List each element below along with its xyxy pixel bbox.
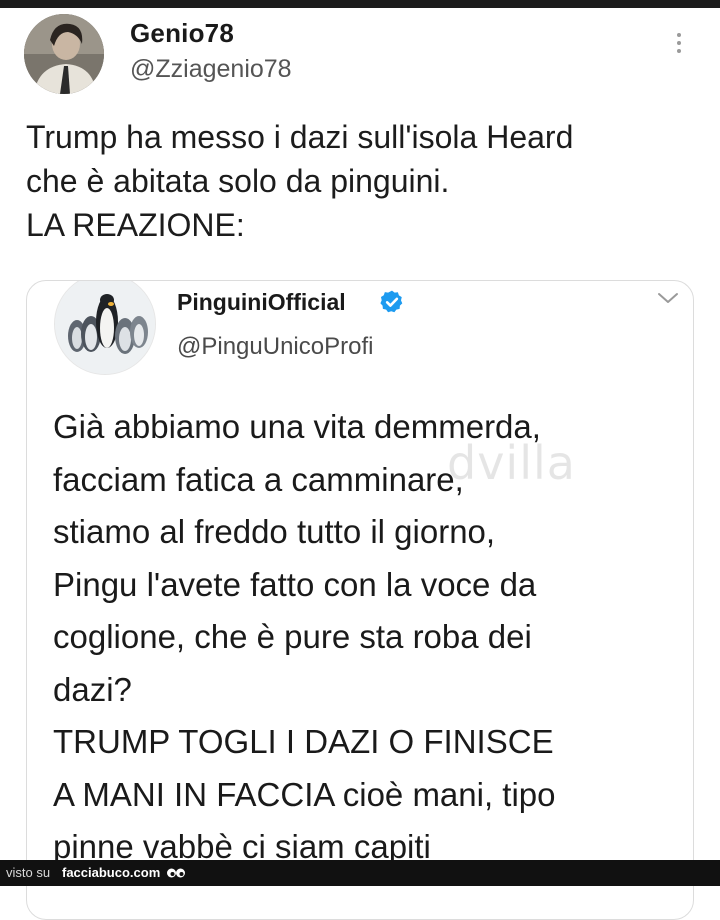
footer-prefix: visto su	[6, 865, 51, 880]
more-options-icon[interactable]	[670, 30, 688, 60]
footer-site-link[interactable]: facciabuco.com	[62, 860, 160, 886]
author-handle[interactable]: @Zziagenio78	[130, 55, 292, 84]
post-text: Trump ha messo i dazi sull'isola Heard c…	[26, 119, 574, 243]
penguin-group-icon	[55, 281, 155, 374]
author-name[interactable]: Genio78	[130, 18, 234, 49]
footer-bar: visto su facciabuco.com	[0, 860, 720, 886]
verified-badge-icon	[380, 290, 403, 313]
user-photo-icon	[24, 14, 104, 94]
author-avatar[interactable]	[24, 14, 104, 94]
quoted-post-text: Già abbiamo una vita demmerda, facciam f…	[53, 408, 556, 865]
quoted-author-name[interactable]: PinguiniOfficial	[177, 289, 346, 316]
quoted-post-card[interactable]: PinguiniOfficial @PinguUnicoProfi dvilla…	[26, 280, 694, 920]
quoted-author-avatar[interactable]	[54, 281, 156, 375]
quoted-author-handle[interactable]: @PinguUnicoProfi	[177, 333, 373, 361]
chevron-down-icon[interactable]	[657, 291, 679, 305]
top-bar	[0, 0, 720, 8]
eyes-icon	[167, 868, 185, 878]
